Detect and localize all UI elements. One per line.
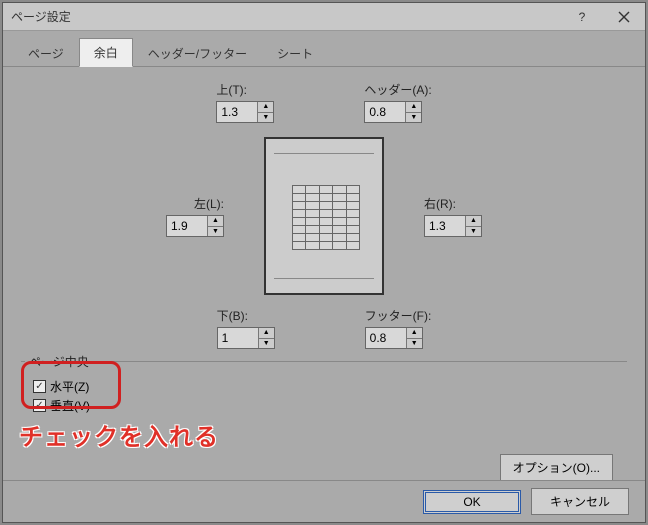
center-horizontal-checkbox[interactable]: ✓ 水平(Z) <box>33 378 619 395</box>
spinner-down-icon[interactable]: ▼ <box>208 227 223 237</box>
margin-right-field: 右(R): ▲▼ <box>424 195 482 237</box>
dialog-footer: OK キャンセル <box>3 480 645 522</box>
margin-header-input[interactable] <box>365 102 405 122</box>
options-button[interactable]: オプション(O)... <box>500 454 613 481</box>
margin-left-field: 左(L): ▲▼ <box>166 195 224 237</box>
spinner-down-icon[interactable]: ▼ <box>258 113 273 123</box>
center-fieldset: ページ中央 ✓ 水平(Z) ✓ 垂直(V) <box>21 361 627 420</box>
margin-right-input[interactable] <box>425 216 465 236</box>
spinner-up-icon[interactable]: ▲ <box>258 102 273 113</box>
margin-header-field: ヘッダー(A): ▲▼ <box>364 81 431 123</box>
preview-grid-icon <box>292 185 360 251</box>
dialog-title: ページ設定 <box>3 8 71 25</box>
margin-right-spinner[interactable]: ▲▼ <box>424 215 482 237</box>
margin-bottom-label: 下(B): <box>217 307 248 324</box>
margin-top-label: 上(T): <box>216 81 247 98</box>
center-vertical-checkbox[interactable]: ✓ 垂直(V) <box>33 397 619 414</box>
cancel-button[interactable]: キャンセル <box>531 488 629 515</box>
margin-bottom-spinner[interactable]: ▲▼ <box>217 327 275 349</box>
margin-right-label: 右(R): <box>424 195 456 212</box>
margin-footer-field: フッター(F): ▲▼ <box>365 307 432 349</box>
margin-top-field: 上(T): ▲▼ <box>216 81 274 123</box>
titlebar: ページ設定 ? <box>3 3 645 31</box>
ok-button[interactable]: OK <box>423 490 521 514</box>
page-preview <box>264 137 384 295</box>
close-icon <box>618 11 630 23</box>
center-legend: ページ中央 <box>25 353 93 370</box>
margin-left-spinner[interactable]: ▲▼ <box>166 215 224 237</box>
margin-header-spinner[interactable]: ▲▼ <box>364 101 422 123</box>
spinner-down-icon[interactable]: ▼ <box>259 339 274 349</box>
annotation-text: チェックを入れる <box>19 417 219 452</box>
tab-bar: ページ 余白 ヘッダー/フッター シート <box>3 31 645 67</box>
margin-bottom-input[interactable] <box>218 328 258 348</box>
help-button[interactable]: ? <box>561 3 603 31</box>
checkbox-checked-icon: ✓ <box>33 399 46 412</box>
margin-left-label: 左(L): <box>194 195 224 212</box>
spinner-up-icon[interactable]: ▲ <box>259 328 274 339</box>
center-vertical-label: 垂直(V) <box>50 397 90 414</box>
margin-footer-label: フッター(F): <box>365 307 432 324</box>
spinner-up-icon[interactable]: ▲ <box>208 216 223 227</box>
tab-margins[interactable]: 余白 <box>79 38 133 67</box>
spinner-up-icon[interactable]: ▲ <box>466 216 481 227</box>
tab-headerfooter[interactable]: ヘッダー/フッター <box>133 39 262 67</box>
margin-bottom-field: 下(B): ▲▼ <box>217 307 275 349</box>
center-horizontal-label: 水平(Z) <box>50 378 89 395</box>
margin-top-input[interactable] <box>217 102 257 122</box>
spinner-down-icon[interactable]: ▼ <box>466 227 481 237</box>
margin-footer-spinner[interactable]: ▲▼ <box>365 327 423 349</box>
spinner-up-icon[interactable]: ▲ <box>406 102 421 113</box>
page-setup-dialog: ページ設定 ? ページ 余白 ヘッダー/フッター シート 上(T): ▲▼ ヘッ… <box>2 2 646 523</box>
close-button[interactable] <box>603 3 645 31</box>
margin-left-input[interactable] <box>167 216 207 236</box>
checkbox-checked-icon: ✓ <box>33 380 46 393</box>
spinner-down-icon[interactable]: ▼ <box>407 339 422 349</box>
margin-header-label: ヘッダー(A): <box>364 81 431 98</box>
tab-sheet[interactable]: シート <box>262 39 328 67</box>
spinner-up-icon[interactable]: ▲ <box>407 328 422 339</box>
margin-footer-input[interactable] <box>366 328 406 348</box>
spinner-down-icon[interactable]: ▼ <box>406 113 421 123</box>
margin-top-spinner[interactable]: ▲▼ <box>216 101 274 123</box>
tab-page[interactable]: ページ <box>13 39 79 67</box>
